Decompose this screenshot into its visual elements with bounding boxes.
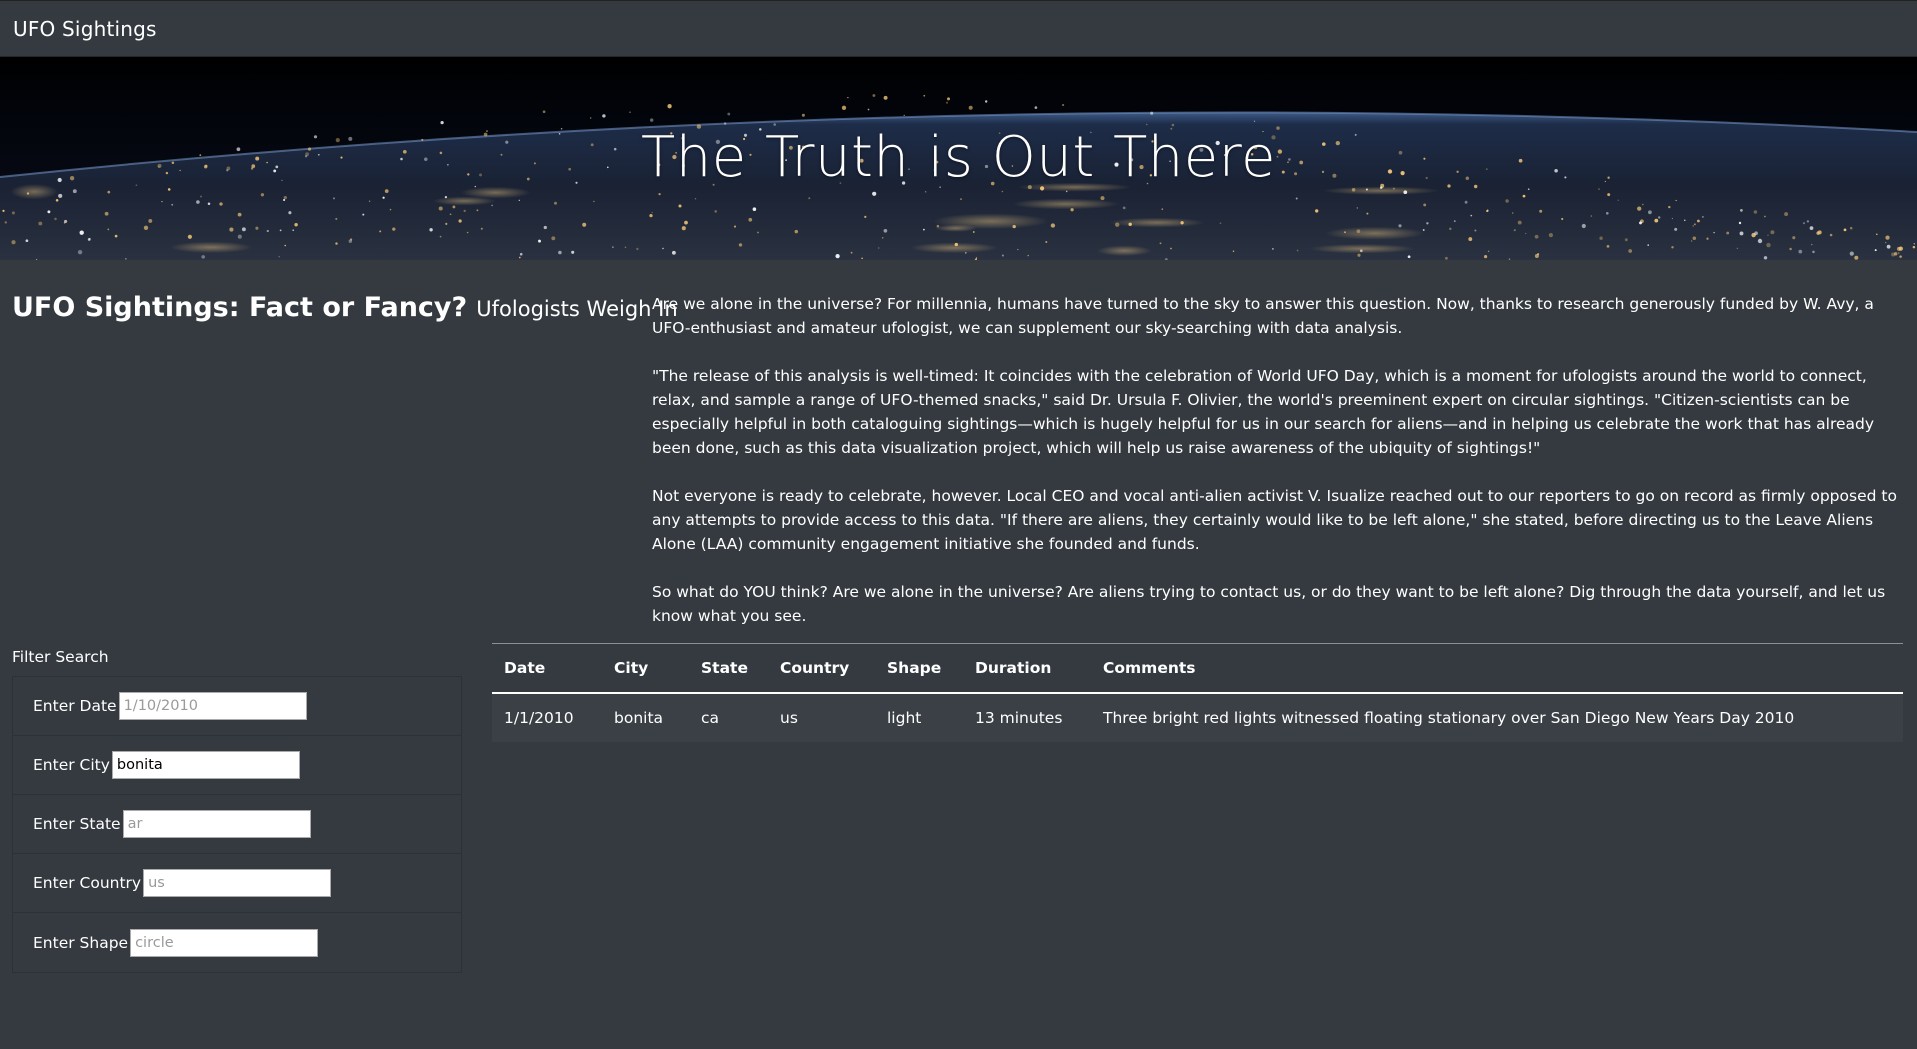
- article-heading: UFO Sightings: Fact or Fancy? Ufologists…: [12, 292, 678, 323]
- header-country: Country: [768, 643, 875, 694]
- filter-city: Enter City: [13, 736, 461, 795]
- navbar: UFO Sightings: [0, 0, 1917, 57]
- state-input[interactable]: [122, 810, 311, 838]
- hero-title: The Truth is Out There: [641, 125, 1276, 190]
- header-city: City: [602, 643, 689, 694]
- filter-country: Enter Country: [13, 854, 461, 913]
- city-input[interactable]: [111, 751, 300, 779]
- filter-title: Filter Search: [12, 648, 109, 666]
- table-header-row: Date City State Country Shape Duration C…: [492, 643, 1903, 694]
- filter-state: Enter State: [13, 795, 461, 854]
- filter-city-label: Enter City: [33, 756, 110, 774]
- table-row: 1/1/2010 bonita ca us light 13 minutes T…: [492, 692, 1903, 742]
- filter-shape: Enter Shape: [13, 913, 461, 972]
- cell-date: 1/1/2010: [492, 692, 602, 742]
- filter-state-label: Enter State: [33, 815, 121, 833]
- filter-shape-label: Enter Shape: [33, 933, 129, 952]
- filter-date: Enter Date: [13, 677, 461, 736]
- filter-date-label: Enter Date: [33, 697, 117, 715]
- header-duration: Duration: [963, 643, 1091, 694]
- header-date: Date: [492, 643, 602, 694]
- country-input[interactable]: [143, 869, 332, 897]
- cell-city: bonita: [602, 692, 689, 742]
- article-subtitle: Ufologists Weigh In: [476, 297, 678, 321]
- cell-shape: light: [875, 692, 963, 742]
- cell-duration: 13 minutes: [963, 692, 1091, 742]
- navbar-brand[interactable]: UFO Sightings: [13, 17, 157, 41]
- cell-state: ca: [689, 692, 768, 742]
- ufo-table-container: Date City State Country Shape Duration C…: [492, 643, 1903, 742]
- header-comments: Comments: [1091, 643, 1903, 694]
- date-input[interactable]: [118, 692, 307, 720]
- article-paragraph: "The release of this analysis is well-ti…: [652, 367, 1875, 457]
- cell-country: us: [768, 692, 875, 742]
- filter-country-label: Enter Country: [33, 874, 142, 892]
- cell-comments: Three bright red lights witnessed floati…: [1091, 692, 1903, 742]
- shape-input[interactable]: [130, 928, 319, 957]
- article-paragraph: Not everyone is ready to celebrate, howe…: [652, 487, 1897, 553]
- header-state: State: [689, 643, 768, 694]
- article-paragraph: So what do YOU think? Are we alone in th…: [652, 583, 1886, 625]
- article-paragraph: Are we alone in the universe? For millen…: [652, 295, 1874, 337]
- article-body: Are we alone in the universe? For millen…: [652, 292, 1900, 652]
- filter-panel: Filter Search Enter Date Enter City Ente…: [12, 640, 462, 973]
- header-shape: Shape: [875, 643, 963, 694]
- ufo-table: Date City State Country Shape Duration C…: [492, 643, 1903, 742]
- hero-banner: The Truth is Out There: [0, 57, 1917, 260]
- article-title: UFO Sightings: Fact or Fancy?: [12, 292, 468, 323]
- filter-list: Enter Date Enter City Enter State Enter …: [12, 676, 462, 973]
